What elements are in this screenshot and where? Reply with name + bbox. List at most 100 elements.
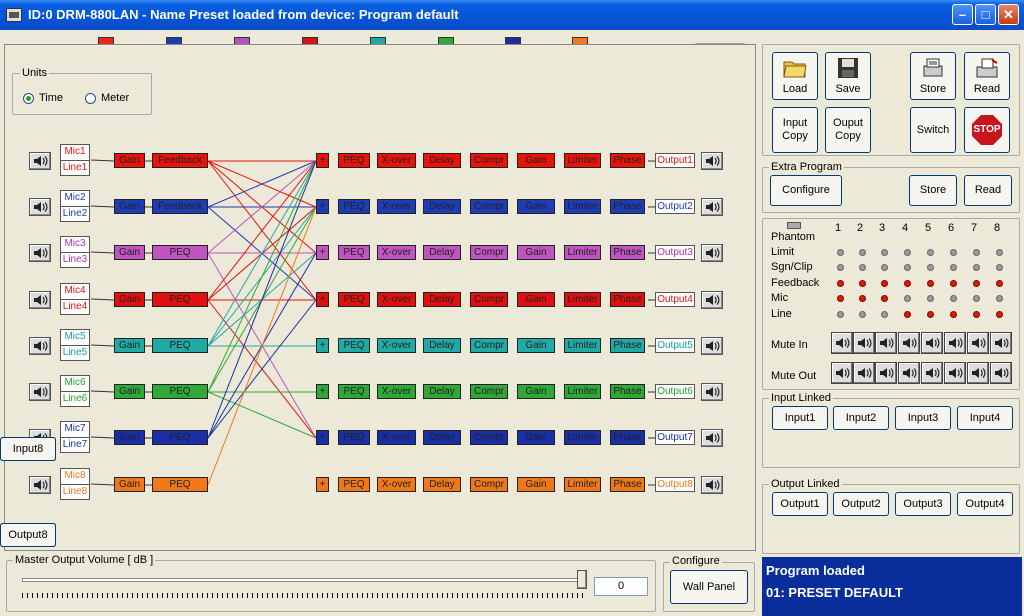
wall-panel-button[interactable]: Wall Panel: [670, 570, 748, 604]
output1-limiter-block[interactable]: Limiter: [564, 153, 601, 168]
master-volume-slider[interactable]: [577, 570, 587, 589]
output8-sum-block[interactable]: +: [316, 477, 329, 492]
switch-button[interactable]: Switch: [910, 107, 956, 153]
output1-phase-block[interactable]: Phase: [610, 153, 645, 168]
input3-source-label[interactable]: Mic3 Line3: [60, 236, 90, 268]
mute-in-7-button[interactable]: [967, 332, 989, 354]
output4-phase-block[interactable]: Phase: [610, 292, 645, 307]
output4-label[interactable]: Output4: [655, 292, 695, 307]
output-linked-output3-button[interactable]: Output3: [895, 492, 951, 516]
output2-gain-block[interactable]: Gain: [517, 199, 555, 214]
output3-speaker-icon[interactable]: [701, 244, 723, 262]
input6-peq-block[interactable]: PEQ: [152, 384, 208, 399]
output5-label[interactable]: Output5: [655, 338, 695, 353]
output7-xover-block[interactable]: X-over: [377, 430, 416, 445]
output6-peq-block[interactable]: PEQ: [338, 384, 370, 399]
output2-compr-block[interactable]: Compr: [470, 199, 508, 214]
output3-peq-block[interactable]: PEQ: [338, 245, 370, 260]
input6-gain-block[interactable]: Gain: [114, 384, 145, 399]
input8-gain-block[interactable]: Gain: [114, 477, 145, 492]
output5-sum-block[interactable]: +: [316, 338, 329, 353]
mute-in-1-button[interactable]: [831, 332, 853, 354]
input1-gain-block[interactable]: Gain: [114, 153, 145, 168]
mute-in-4-button[interactable]: [898, 332, 920, 354]
input-linked-input4-button[interactable]: Input4: [957, 406, 1013, 430]
output6-sum-block[interactable]: +: [316, 384, 329, 399]
input7-source-label[interactable]: Mic7 Line7: [60, 421, 90, 453]
output-copy-button[interactable]: Ouput Copy: [825, 107, 871, 153]
input3-gain-block[interactable]: Gain: [114, 245, 145, 260]
output5-limiter-block[interactable]: Limiter: [564, 338, 601, 353]
output5-peq-block[interactable]: PEQ: [338, 338, 370, 353]
output1-peq-block[interactable]: PEQ: [338, 153, 370, 168]
output5-delay-block[interactable]: Delay: [423, 338, 461, 353]
output6-gain-block[interactable]: Gain: [517, 384, 555, 399]
output6-phase-block[interactable]: Phase: [610, 384, 645, 399]
input4-gain-block[interactable]: Gain: [114, 292, 145, 307]
output2-sum-block[interactable]: +: [316, 199, 329, 214]
output2-delay-block[interactable]: Delay: [423, 199, 461, 214]
mute-out-7-button[interactable]: [967, 362, 989, 384]
output4-xover-block[interactable]: X-over: [377, 292, 416, 307]
output3-phase-block[interactable]: Phase: [610, 245, 645, 260]
output8-phase-block[interactable]: Phase: [610, 477, 645, 492]
mute-in-6-button[interactable]: [944, 332, 966, 354]
input6-source-label[interactable]: Mic6 Line6: [60, 375, 90, 407]
output5-gain-block[interactable]: Gain: [517, 338, 555, 353]
output6-label[interactable]: Output6: [655, 384, 695, 399]
store-button[interactable]: Store: [910, 52, 956, 100]
input-linked-input8-button[interactable]: Input8: [0, 437, 56, 461]
output4-limiter-block[interactable]: Limiter: [564, 292, 601, 307]
output8-label[interactable]: Output8: [655, 477, 695, 492]
input1-source-label[interactable]: Mic1 Line1: [60, 144, 90, 176]
input3-peq-block[interactable]: PEQ: [152, 245, 208, 260]
mute-out-2-button[interactable]: [853, 362, 875, 384]
input-linked-input3-button[interactable]: Input3: [895, 406, 951, 430]
output7-sum-block[interactable]: +: [316, 430, 329, 445]
input2-gain-block[interactable]: Gain: [114, 199, 145, 214]
output6-delay-block[interactable]: Delay: [423, 384, 461, 399]
output7-delay-block[interactable]: Delay: [423, 430, 461, 445]
input7-gain-block[interactable]: Gain: [114, 430, 145, 445]
input5-source-label[interactable]: Mic5 Line5: [60, 329, 90, 361]
output4-compr-block[interactable]: Compr: [470, 292, 508, 307]
output3-xover-block[interactable]: X-over: [377, 245, 416, 260]
input5-speaker-icon[interactable]: [29, 337, 51, 355]
output4-peq-block[interactable]: PEQ: [338, 292, 370, 307]
output1-xover-block[interactable]: X-over: [377, 153, 416, 168]
input-linked-input2-button[interactable]: Input2: [833, 406, 889, 430]
master-volume-track[interactable]: [22, 578, 586, 582]
output2-phase-block[interactable]: Phase: [610, 199, 645, 214]
input4-speaker-icon[interactable]: [29, 291, 51, 309]
input-copy-button[interactable]: Input Copy: [772, 107, 818, 153]
output1-label[interactable]: Output1: [655, 153, 695, 168]
output3-gain-block[interactable]: Gain: [517, 245, 555, 260]
output1-speaker-icon[interactable]: [701, 152, 723, 170]
mute-out-1-button[interactable]: [831, 362, 853, 384]
output2-limiter-block[interactable]: Limiter: [564, 199, 601, 214]
input6-speaker-icon[interactable]: [29, 383, 51, 401]
stop-button[interactable]: STOP: [964, 107, 1010, 153]
output3-delay-block[interactable]: Delay: [423, 245, 461, 260]
mute-in-5-button[interactable]: [921, 332, 943, 354]
output4-sum-block[interactable]: +: [316, 292, 329, 307]
output7-limiter-block[interactable]: Limiter: [564, 430, 601, 445]
output5-xover-block[interactable]: X-over: [377, 338, 416, 353]
output-linked-output4-button[interactable]: Output4: [957, 492, 1013, 516]
output6-limiter-block[interactable]: Limiter: [564, 384, 601, 399]
input8-source-label[interactable]: Mic8 Line8: [60, 468, 90, 500]
minimize-button[interactable]: –: [952, 4, 973, 25]
save-button[interactable]: Save: [825, 52, 871, 100]
output5-compr-block[interactable]: Compr: [470, 338, 508, 353]
output2-speaker-icon[interactable]: [701, 198, 723, 216]
output7-compr-block[interactable]: Compr: [470, 430, 508, 445]
output-linked-output8-button[interactable]: Output8: [0, 523, 56, 547]
extra-read-button[interactable]: Read: [964, 175, 1012, 206]
units-time-radio[interactable]: [23, 93, 34, 104]
mute-out-3-button[interactable]: [875, 362, 897, 384]
input4-peq-block[interactable]: PEQ: [152, 292, 208, 307]
output7-gain-block[interactable]: Gain: [517, 430, 555, 445]
output4-speaker-icon[interactable]: [701, 291, 723, 309]
output3-compr-block[interactable]: Compr: [470, 245, 508, 260]
input5-gain-block[interactable]: Gain: [114, 338, 145, 353]
